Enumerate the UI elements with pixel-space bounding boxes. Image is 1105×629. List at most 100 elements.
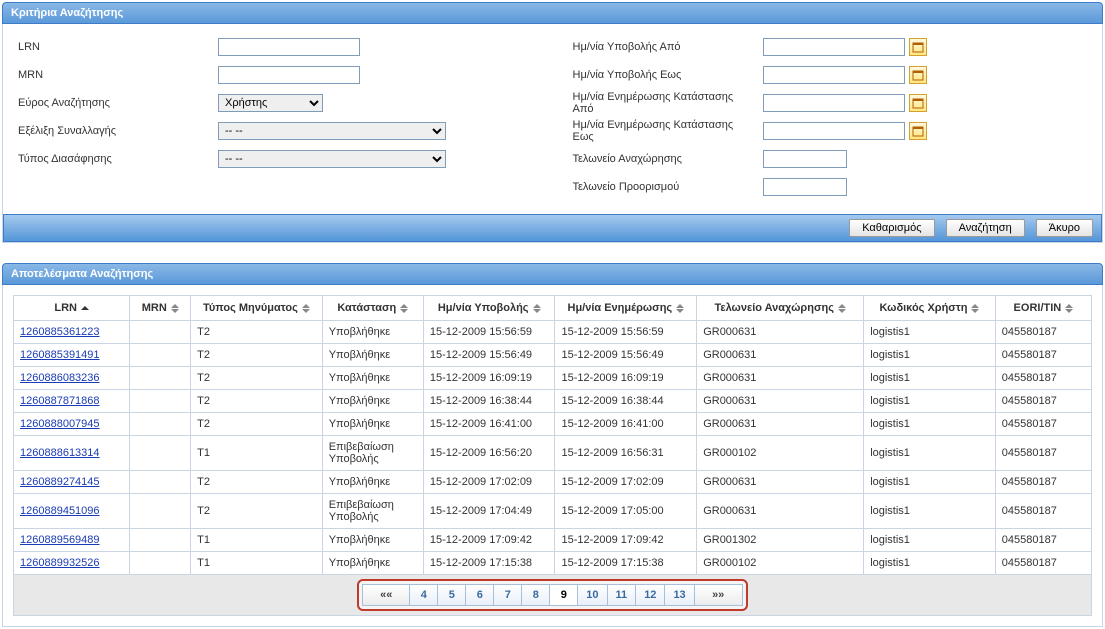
cell-updatedate: 15-12-2009 16:41:00 [555, 413, 697, 436]
cell-customsdep: GR000102 [697, 552, 864, 575]
page-13-button[interactable]: 13 [665, 584, 694, 606]
cell-status: Επιβεβαίωση Υποβολής [322, 436, 423, 471]
page-6-button[interactable]: 6 [466, 584, 494, 606]
cell-customsdep: GR000631 [697, 471, 864, 494]
label-mrn: MRN [18, 69, 218, 81]
lrn-link[interactable]: 1260889569489 [20, 534, 100, 546]
sort-asc-icon [81, 305, 89, 311]
calendar-icon[interactable] [909, 94, 927, 112]
cell-eori: 045580187 [995, 494, 1091, 529]
page-5-button[interactable]: 5 [438, 584, 466, 606]
label-update-from: Ημ/νία Ενημέρωσης Κατάστασης Από [573, 91, 763, 115]
cell-eori: 045580187 [995, 367, 1091, 390]
date-from-input[interactable] [763, 38, 905, 56]
cell-mrn [130, 413, 191, 436]
calendar-icon[interactable] [909, 38, 927, 56]
search-button[interactable]: Αναζήτηση [946, 219, 1025, 237]
page-8-button[interactable]: 8 [522, 584, 550, 606]
col-header-eori[interactable]: EORI/TIN [995, 296, 1091, 321]
col-header-updatedate[interactable]: Ημ/νία Ενημέρωσης [555, 296, 697, 321]
cell-customsdep: GR000631 [697, 413, 864, 436]
lrn-link[interactable]: 1260887871868 [20, 395, 100, 407]
cancel-button[interactable]: Άκυρο [1036, 219, 1093, 237]
lrn-link[interactable]: 1260886083236 [20, 372, 100, 384]
cell-usercode: logistis1 [864, 367, 996, 390]
cell-usercode: logistis1 [864, 390, 996, 413]
calendar-icon[interactable] [909, 66, 927, 84]
cell-status: Υποβλήθηκε [322, 390, 423, 413]
sort-icon [171, 303, 179, 314]
results-table: LRN MRN Τύπος Μηνύματος Κατάσταση Ημ/νία… [13, 295, 1092, 575]
customs-dep-input[interactable] [763, 150, 847, 168]
update-to-input[interactable] [763, 122, 905, 140]
label-lrn: LRN [18, 41, 218, 53]
col-header-mrn[interactable]: MRN [130, 296, 191, 321]
cell-status: Υποβλήθηκε [322, 344, 423, 367]
cell-usercode: logistis1 [864, 436, 996, 471]
col-header-customsdep[interactable]: Τελωνείο Αναχώρησης [697, 296, 864, 321]
cell-msgtype: T1 [191, 529, 323, 552]
cell-eori: 045580187 [995, 321, 1091, 344]
cell-customsdep: GR000631 [697, 390, 864, 413]
clear-button[interactable]: Καθαρισμός [849, 219, 934, 237]
page-4-button[interactable]: 4 [410, 584, 438, 606]
lrn-link[interactable]: 1260885391491 [20, 349, 100, 361]
progress-select[interactable]: -- -- [218, 122, 446, 140]
cell-mrn [130, 471, 191, 494]
cell-submitdate: 15-12-2009 16:56:20 [423, 436, 555, 471]
date-to-input[interactable] [763, 66, 905, 84]
cell-updatedate: 15-12-2009 17:09:42 [555, 529, 697, 552]
label-scope: Εύρος Αναζήτησης [18, 97, 218, 109]
customs-dest-input[interactable] [763, 178, 847, 196]
lrn-link[interactable]: 1260889451096 [20, 505, 100, 517]
col-header-status[interactable]: Κατάσταση [322, 296, 423, 321]
lrn-link[interactable]: 1260888007945 [20, 418, 100, 430]
col-header-usercode[interactable]: Κωδικός Χρήστη [864, 296, 996, 321]
sort-icon [1065, 303, 1073, 314]
lrn-link[interactable]: 1260888613314 [20, 447, 100, 459]
cell-msgtype: T2 [191, 413, 323, 436]
scope-select[interactable]: Χρήστης [218, 94, 323, 112]
page-first-button[interactable]: «« [362, 584, 410, 606]
cell-updatedate: 15-12-2009 16:38:44 [555, 390, 697, 413]
lrn-input[interactable] [218, 38, 360, 56]
lrn-link[interactable]: 1260885361223 [20, 326, 100, 338]
cell-usercode: logistis1 [864, 552, 996, 575]
sort-icon [838, 303, 846, 314]
cell-mrn [130, 494, 191, 529]
cell-submitdate: 15-12-2009 16:38:44 [423, 390, 555, 413]
cell-submitdate: 15-12-2009 16:41:00 [423, 413, 555, 436]
cell-customsdep: GR001302 [697, 529, 864, 552]
cell-customsdep: GR000631 [697, 494, 864, 529]
table-row: 1260885391491T2Υποβλήθηκε15-12-2009 15:5… [14, 344, 1092, 367]
page-11-button[interactable]: 11 [608, 584, 637, 606]
cell-eori: 045580187 [995, 529, 1091, 552]
lrn-link[interactable]: 1260889932526 [20, 557, 100, 569]
cell-mrn [130, 390, 191, 413]
page-9-button[interactable]: 9 [550, 584, 578, 606]
col-header-lrn[interactable]: LRN [14, 296, 130, 321]
cell-eori: 045580187 [995, 390, 1091, 413]
calendar-icon[interactable] [909, 122, 927, 140]
page-7-button[interactable]: 7 [494, 584, 522, 606]
col-header-msgtype[interactable]: Τύπος Μηνύματος [191, 296, 323, 321]
mrn-input[interactable] [218, 66, 360, 84]
decltype-select[interactable]: -- -- [218, 150, 446, 168]
table-row: 1260889274145T2Υποβλήθηκε15-12-2009 17:0… [14, 471, 1092, 494]
update-from-input[interactable] [763, 94, 905, 112]
cell-updatedate: 15-12-2009 17:05:00 [555, 494, 697, 529]
cell-updatedate: 15-12-2009 16:56:31 [555, 436, 697, 471]
cell-updatedate: 15-12-2009 17:02:09 [555, 471, 697, 494]
lrn-link[interactable]: 1260889274145 [20, 476, 100, 488]
page-12-button[interactable]: 12 [636, 584, 665, 606]
col-header-submitdate[interactable]: Ημ/νία Υποβολής [423, 296, 555, 321]
cell-submitdate: 15-12-2009 15:56:59 [423, 321, 555, 344]
page-last-button[interactable]: »» [695, 584, 743, 606]
cell-customsdep: GR000631 [697, 321, 864, 344]
cell-updatedate: 15-12-2009 16:09:19 [555, 367, 697, 390]
page-10-button[interactable]: 10 [578, 584, 607, 606]
label-customs-dep: Τελωνείο Αναχώρησης [573, 153, 763, 165]
label-update-to: Ημ/νία Ενημέρωσης Κατάστασης Εως [573, 119, 763, 143]
sort-icon [533, 303, 541, 314]
cell-status: Υποβλήθηκε [322, 367, 423, 390]
